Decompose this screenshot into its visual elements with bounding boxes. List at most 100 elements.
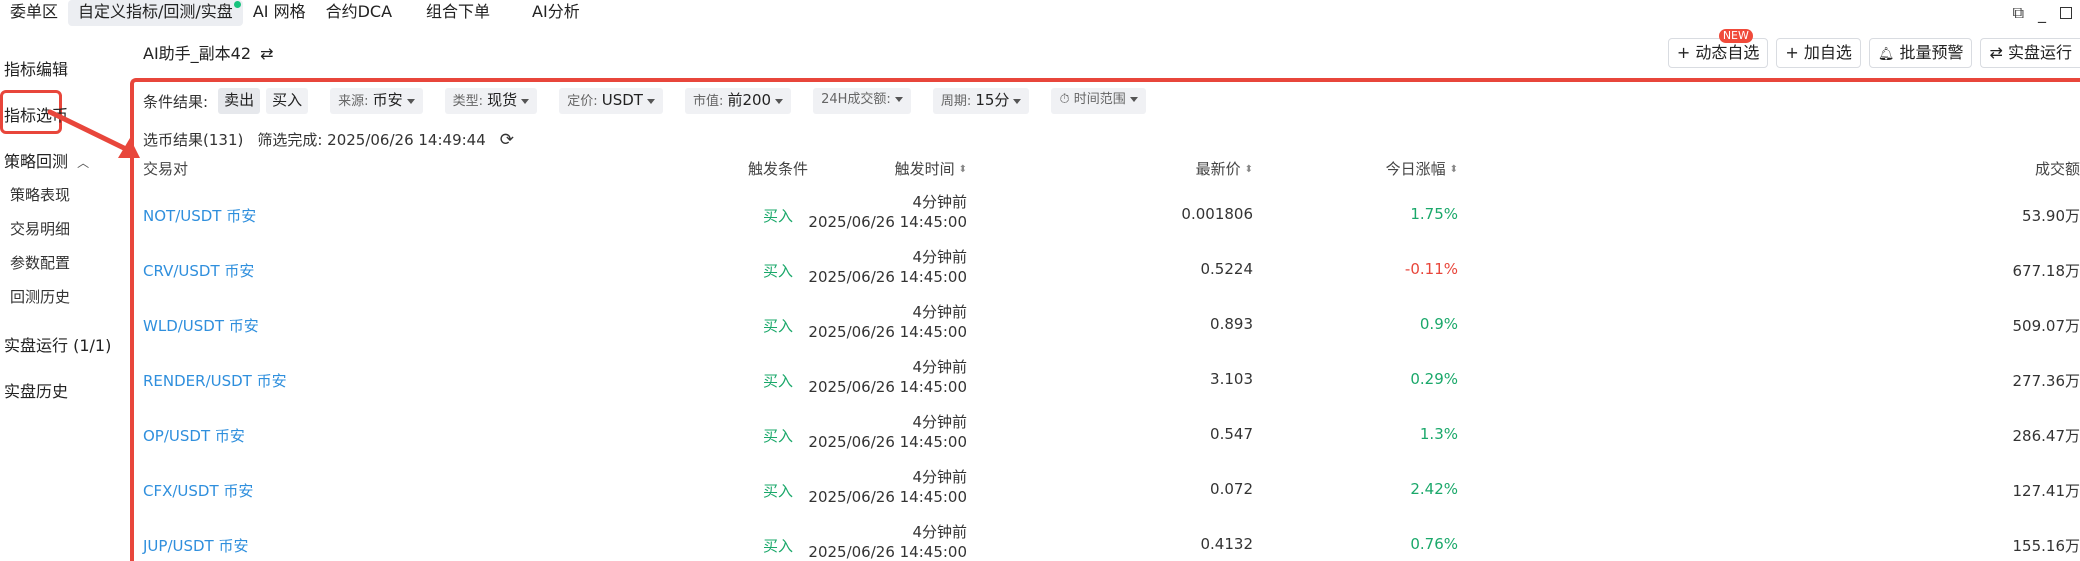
swap-icon[interactable]: ⇄ <box>260 44 273 63</box>
quote-label: 定价: <box>567 94 598 109</box>
filter-type-select[interactable]: 类型: 现货 <box>444 88 538 114</box>
period-value: 15分 <box>975 91 1010 109</box>
pair-link[interactable]: JUP/USDT 币安 <box>143 535 248 556</box>
filter-period-select[interactable]: 周期: 15分 <box>932 88 1030 114</box>
col-volume[interactable]: 成交额 <box>2035 158 2080 179</box>
trigger-time: 4分钟前 2025/06/26 14:45:00 <box>808 522 967 561</box>
sort-icon: ⬍ <box>1244 163 1253 175</box>
trigger-condition: 买入 <box>763 317 794 335</box>
tab-ai-grid[interactable]: AI 网格 <box>243 0 316 26</box>
filter-mcap-select[interactable]: 市值: 前200 <box>684 88 792 114</box>
caret-down-icon <box>1129 97 1138 102</box>
trigger-condition: 买入 <box>763 372 794 390</box>
period-label: 周期: <box>940 94 972 109</box>
filter-source-select[interactable]: 来源: 币安 <box>330 88 423 114</box>
strategy-title: AI助手_副本42 <box>143 44 252 63</box>
filter-vol24-select[interactable]: 24H成交额: <box>813 88 911 114</box>
trigger-datetime: 2025/06/26 14:45:00 <box>808 433 967 451</box>
dynamic-watch-label: 动态自选 <box>1695 43 1760 62</box>
trigger-datetime: 2025/06/26 14:45:00 <box>808 543 967 561</box>
plus-icon: + <box>1785 43 1799 62</box>
trigger-time: 4分钟前 2025/06/26 14:45:00 <box>808 467 967 507</box>
col-change-label: 今日涨幅 <box>1385 160 1446 178</box>
sidebar-item-trade-detail[interactable]: 交易明细 <box>10 218 70 239</box>
col-price[interactable]: 最新价 ⬍ <box>1196 158 1253 179</box>
filter-bar: 条件结果: 卖出 买入 来源: 币安 类型: 现货 定价: USDT 市值: 前… <box>143 88 1146 114</box>
filter-done-time: 筛选完成: 2025/06/26 14:49:44 <box>257 131 486 149</box>
table-row[interactable]: NOT/USDT 币安 买入 4分钟前 2025/06/26 14:45:00 0… <box>143 190 2080 245</box>
window-controls: ⧉ _ <box>2013 0 2080 26</box>
trigger-condition: 买入 <box>763 427 794 445</box>
today-change: 1.3% <box>1419 425 1458 443</box>
trigger-ago: 4分钟前 <box>912 358 967 376</box>
popout-icon[interactable]: ⧉ <box>2013 3 2024 23</box>
filter-buy-button[interactable]: 买入 <box>266 88 309 114</box>
sidebar-item-live-history[interactable]: 实盘历史 <box>4 378 68 402</box>
table-row[interactable]: RENDER/USDT 币安 买入 4分钟前 2025/06/26 14:45:0… <box>143 355 2080 410</box>
quote-value: USDT <box>601 91 643 109</box>
pair-link[interactable]: OP/USDT 币安 <box>143 425 245 446</box>
add-watch-button[interactable]: + 加自选 <box>1776 38 1861 68</box>
pair-link[interactable]: CRV/USDT 币安 <box>143 260 254 281</box>
tab-custom-indicator[interactable]: 自定义指标/回测/实盘 <box>68 0 243 26</box>
sidebar-item-strategy-perf[interactable]: 策略表现 <box>10 184 70 205</box>
latest-price: 0.5224 <box>1200 260 1254 278</box>
trigger-condition: 买入 <box>763 262 794 280</box>
trigger-datetime: 2025/06/26 14:45:00 <box>808 268 967 286</box>
sidebar-item-live-run[interactable]: 实盘运行 (1/1) <box>4 332 111 356</box>
trigger-condition: 买入 <box>763 482 794 500</box>
today-change: 2.42% <box>1410 480 1458 498</box>
volume: 286.47万 <box>2012 427 2080 445</box>
swap-icon: ⇄ <box>1989 43 2003 62</box>
type-label: 类型: <box>452 94 484 109</box>
trigger-datetime: 2025/06/26 14:45:00 <box>808 213 967 231</box>
table-row[interactable]: WLD/USDT 币安 买入 4分钟前 2025/06/26 14:45:00 0… <box>143 300 2080 355</box>
pair-link[interactable]: RENDER/USDT 币安 <box>143 370 287 391</box>
volume: 277.36万 <box>2012 372 2080 390</box>
table-row[interactable]: OP/USDT 币安 买入 4分钟前 2025/06/26 14:45:00 0.… <box>143 410 2080 465</box>
result-summary: 选币结果(131) 筛选完成: 2025/06/26 14:49:44 ⟳ <box>143 129 514 150</box>
minimize-icon[interactable]: _ <box>2038 4 2046 23</box>
maximize-icon[interactable] <box>2060 7 2072 19</box>
page-title: AI助手_副本42 ⇄ <box>143 40 274 64</box>
tab-contract-dca[interactable]: 合约DCA <box>316 0 402 26</box>
today-change: 0.76% <box>1410 535 1458 553</box>
pair-link[interactable]: CFX/USDT 币安 <box>143 480 253 501</box>
live-run-label: 实盘运行 <box>2007 43 2072 62</box>
trigger-ago: 4分钟前 <box>912 413 967 431</box>
col-change[interactable]: 今日涨幅 ⬍ <box>1386 158 1458 179</box>
table-row[interactable]: CRV/USDT 币安 买入 4分钟前 2025/06/26 14:45:00 0… <box>143 245 2080 300</box>
caret-down-icon <box>1013 99 1022 104</box>
batch-alert-button[interactable]: 🔔︎ 批量预警 <box>1868 38 1973 68</box>
filter-quote-select[interactable]: 定价: USDT <box>559 88 663 114</box>
col-time[interactable]: 触发时间 ⬍ <box>895 158 967 179</box>
top-nav: 委单区 自定义指标/回测/实盘 AI 网格 合约DCA 组合下单 AI分析 <box>0 0 2080 26</box>
refresh-icon[interactable]: ⟳ <box>500 130 514 150</box>
dynamic-watch-button[interactable]: + 动态自选 NEW <box>1667 29 1769 68</box>
status-dot-icon <box>233 1 241 8</box>
filter-sell-button[interactable]: 卖出 <box>218 88 261 114</box>
filter-time-range-select[interactable]: ⏱ 时间范围 <box>1051 88 1146 114</box>
table-row[interactable]: CFX/USDT 币安 买入 4分钟前 2025/06/26 14:45:00 0… <box>143 465 2080 520</box>
pair-link[interactable]: NOT/USDT 币安 <box>143 205 256 226</box>
mcap-label: 市值: <box>692 94 724 109</box>
trigger-ago: 4分钟前 <box>912 248 967 266</box>
sidebar-item-param-config[interactable]: 参数配置 <box>10 252 70 273</box>
trigger-ago: 4分钟前 <box>912 468 967 486</box>
col-price-label: 最新价 <box>1195 160 1241 178</box>
live-run-button[interactable]: ⇄ 实盘运行 <box>1980 38 2080 68</box>
caret-down-icon <box>521 99 530 104</box>
tab-combo-order[interactable]: 组合下单 <box>416 0 500 26</box>
table-row[interactable]: JUP/USDT 币安 买入 4分钟前 2025/06/26 14:45:00 0… <box>143 520 2080 561</box>
time-range-label: 时间范围 <box>1073 92 1126 107</box>
condition-label: 条件结果: <box>143 92 209 111</box>
sidebar-item-indicator-edit[interactable]: 指标编辑 <box>4 56 68 80</box>
pair-link[interactable]: WLD/USDT 币安 <box>143 315 259 336</box>
sidebar-item-backtest-history[interactable]: 回测历史 <box>10 286 70 307</box>
caret-down-icon <box>406 99 415 104</box>
tab-ai-analysis[interactable]: AI分析 <box>522 0 590 26</box>
trigger-datetime: 2025/06/26 14:45:00 <box>808 378 967 396</box>
add-watch-label: 加自选 <box>1803 43 1852 62</box>
tab-orders[interactable]: 委单区 <box>0 0 68 26</box>
bell-icon: 🔔︎ <box>1877 47 1895 62</box>
